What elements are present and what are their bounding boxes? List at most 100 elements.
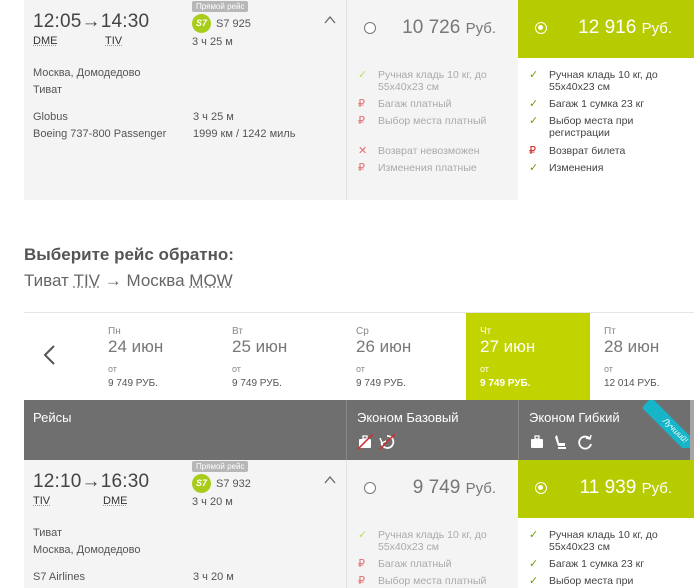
ruble-icon: ₽ xyxy=(358,575,365,587)
route-from-city: Тиват xyxy=(24,271,69,290)
date-day: 26 июн xyxy=(356,337,412,356)
date-option[interactable]: Ср 26 июн от 9 749 РУБ. xyxy=(342,313,466,401)
outbound-flight-card: 12:05→14:30 DME TIV Прямой рейс S7 S7 92… xyxy=(24,0,694,200)
arrival-airport: Тиват xyxy=(33,84,63,96)
date-from-label: от xyxy=(108,364,117,374)
chevron-up-icon[interactable] xyxy=(324,14,336,26)
airline-logo: S7 xyxy=(192,474,211,493)
fare-price: 12 916 Руб. xyxy=(578,17,672,39)
ruble-icon: ₽ xyxy=(529,145,536,157)
date-from-label: от xyxy=(356,364,365,374)
check-icon: ✓ xyxy=(529,558,539,570)
return-section-title: Выберите рейс обратно: xyxy=(24,245,234,264)
departure-airport: Тиват xyxy=(33,527,63,539)
eco-basic-label: Эконом Базовый xyxy=(357,410,459,425)
feature-text: Багаж платный xyxy=(378,98,452,110)
price-value: 9 749 xyxy=(412,477,461,498)
price-currency: Руб. xyxy=(465,20,496,37)
feature-text: Выбор места платный xyxy=(378,575,487,587)
ruble-icon: ₽ xyxy=(358,162,365,174)
fare-price: 11 939 Руб. xyxy=(580,477,672,499)
price-currency: Руб. xyxy=(641,480,672,497)
feature-text: Багаж платный xyxy=(378,558,452,570)
departure-time: 12:10 xyxy=(33,471,82,492)
date-option-selected[interactable]: Чт 27 июн от 9 749 РУБ. xyxy=(466,313,590,401)
flight-times: 12:05→14:30 xyxy=(33,11,149,33)
price-value: 12 916 xyxy=(578,17,637,38)
fare-eco-flex[interactable]: 11 939 Руб. ✓ Ручная кладь 10 кг, до 55х4… xyxy=(518,460,694,588)
date-price: 9 749 РУБ. xyxy=(108,378,158,389)
feature-text: Ручная кладь 10 кг, до 55х40х23 см xyxy=(378,69,487,93)
cross-icon: ✕ xyxy=(358,145,368,157)
carrier-name: S7 Airlines xyxy=(33,571,85,583)
ruble-icon: ₽ xyxy=(358,115,365,127)
header-divider xyxy=(690,400,694,460)
check-icon: ✓ xyxy=(358,529,368,541)
check-icon: ✓ xyxy=(529,69,539,81)
flights-column-header: Рейсы xyxy=(33,410,72,425)
flight-distance: 1999 км / 1242 миль xyxy=(193,128,296,140)
date-from-label: от xyxy=(604,364,613,374)
check-icon: ✓ xyxy=(529,162,539,174)
fare-eco-basic[interactable]: 9 749 Руб. ✓ Ручная кладь 10 кг, до 55х40… xyxy=(346,460,518,588)
feature-text: Изменения xyxy=(549,162,604,174)
departure-code[interactable]: TIV xyxy=(33,495,50,507)
eco-flex-label: Эконом Гибкий xyxy=(529,410,620,425)
date-option[interactable]: Пт 28 июн от 12 014 РУБ. xyxy=(590,313,694,401)
chevron-left-icon[interactable] xyxy=(40,343,60,367)
check-icon: ✓ xyxy=(529,98,539,110)
carrier-name: Globus xyxy=(33,111,68,123)
feature-text: Ручная кладь 10 кг, до 55х40х23 см xyxy=(549,529,658,553)
refund-icon xyxy=(578,434,592,450)
arrow-icon: → xyxy=(81,11,101,32)
date-weekday: Ср xyxy=(356,326,369,337)
fare-radio[interactable] xyxy=(364,22,376,34)
fare-radio[interactable] xyxy=(535,22,547,34)
check-icon: ✓ xyxy=(529,529,539,541)
return-route: Тиват TIV → Москва MOW xyxy=(24,271,233,291)
flight-details: 12:05→14:30 DME TIV Прямой рейс S7 S7 92… xyxy=(24,0,346,200)
date-price: 9 749 РУБ. xyxy=(356,378,406,389)
date-weekday: Пн xyxy=(108,326,121,337)
fare-header-selected[interactable]: 12 916 Руб. xyxy=(518,0,694,58)
eco-basic-column-header: Эконом Базовый xyxy=(346,400,518,460)
feature-text: Возврат невозможен xyxy=(378,145,480,157)
arrival-code[interactable]: DME xyxy=(103,495,127,507)
flight-details: 12:10→16:30 TIV DME Прямой рейс S7 S7 93… xyxy=(24,460,346,588)
date-day: 25 июн xyxy=(232,337,288,356)
departure-code[interactable]: DME xyxy=(33,35,57,47)
date-from-label: от xyxy=(480,364,489,374)
date-option[interactable]: Пн 24 июн от 9 749 РУБ. xyxy=(94,313,218,401)
route-to-city: Москва xyxy=(126,271,185,290)
feature-text: Изменения платные xyxy=(378,162,477,174)
price-value: 11 939 xyxy=(579,477,637,498)
arrival-time: 16:30 xyxy=(100,471,150,492)
date-weekday: Чт xyxy=(480,326,492,337)
date-weekday: Пт xyxy=(604,326,616,337)
flight-duration-detail: 3 ч 20 м xyxy=(193,571,234,583)
route-to-code[interactable]: MOW xyxy=(189,271,232,290)
departure-airport: Москва, Домодедово xyxy=(33,67,141,79)
refund-crossed-icon xyxy=(379,434,395,450)
date-option[interactable]: Вт 25 июн от 9 749 РУБ. xyxy=(218,313,342,401)
fare-header-selected[interactable]: 11 939 Руб. xyxy=(518,460,694,518)
baggage-icon xyxy=(531,435,543,448)
feature-text: Выбор места при регистрации xyxy=(549,115,634,139)
chevron-up-icon[interactable] xyxy=(324,474,336,486)
fare-radio[interactable] xyxy=(535,482,547,494)
flight-times: 12:10→16:30 xyxy=(33,471,149,493)
route-from-code[interactable]: TIV xyxy=(74,271,100,290)
check-icon: ✓ xyxy=(358,69,368,81)
fare-eco-flex[interactable]: 12 916 Руб. ✓ Ручная кладь 10 кг, до 55х4… xyxy=(518,0,694,200)
feature-text: Выбор места платный xyxy=(378,115,487,127)
date-day: 27 июн xyxy=(480,337,536,356)
date-price: 9 749 РУБ. xyxy=(232,378,282,389)
date-selector: Пн 24 июн от 9 749 РУБ. Вт 25 июн от 9 7… xyxy=(24,312,694,401)
fare-eco-basic[interactable]: 10 726 Руб. ✓ Ручная кладь 10 кг, до 55х4… xyxy=(346,0,518,200)
eco-flex-column-header: Эконом Гибкий Лучший! xyxy=(518,400,691,460)
flight-duration: 3 ч 25 м xyxy=(192,36,233,48)
feature-text: Ручная кладь 10 кг, до 55х40х23 см xyxy=(378,529,487,553)
arrival-code[interactable]: TIV xyxy=(105,35,122,47)
fare-radio[interactable] xyxy=(364,482,376,494)
fare-table-header: Рейсы Эконом Базовый Эконом Гибкий Лучши… xyxy=(24,400,694,460)
